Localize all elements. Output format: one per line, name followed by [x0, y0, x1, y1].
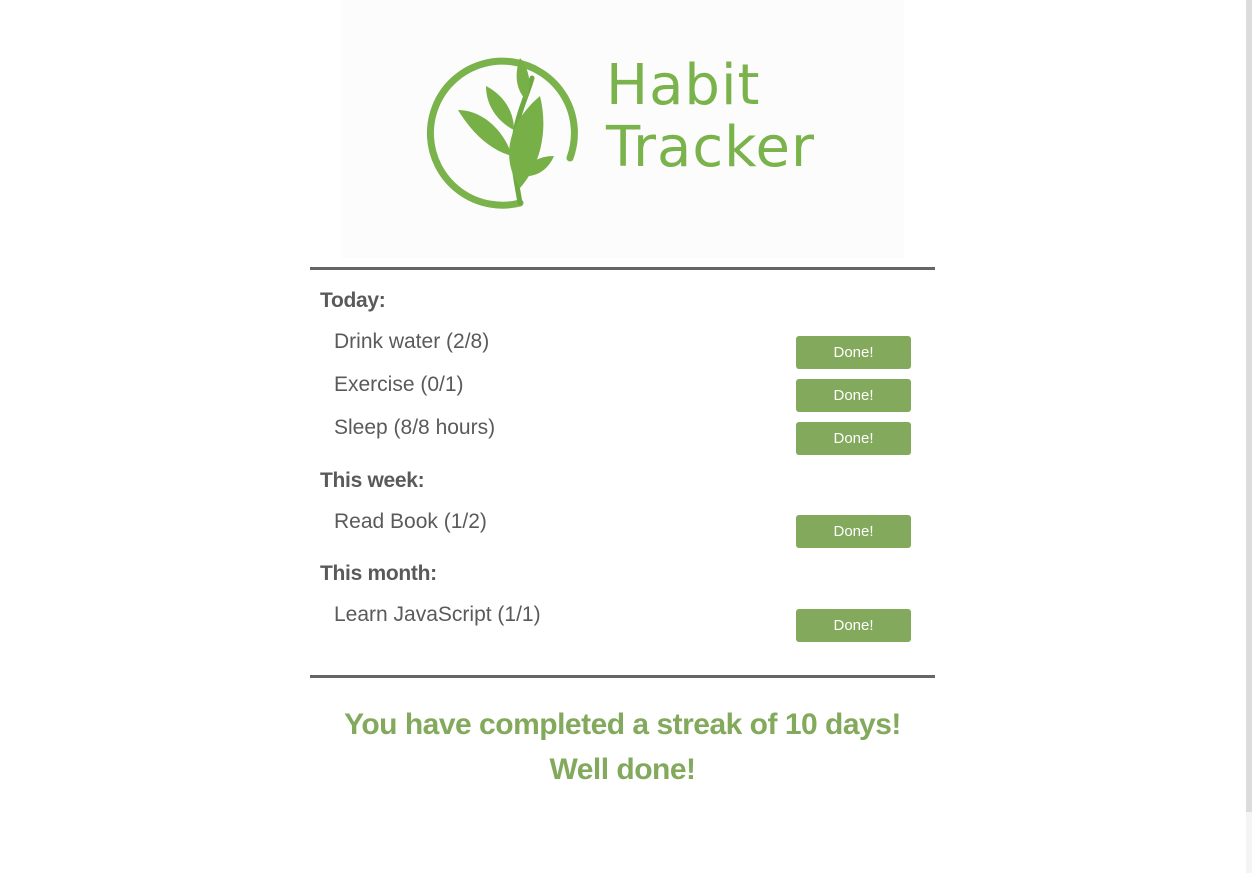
- streak-message: You have completed a streak of 10 days! …: [310, 702, 935, 792]
- done-button-exercise[interactable]: Done!: [796, 379, 911, 412]
- leaf-circle-icon: [426, 57, 578, 209]
- habit-label-drink-water: Drink water (2/8): [334, 330, 490, 353]
- done-button-read-book[interactable]: Done!: [796, 515, 911, 548]
- streak-line: You have completed a streak of 10 days!: [344, 708, 901, 741]
- habit-tracker-page: Habit Tracker Today: Drink water (2/8) D…: [0, 0, 1252, 873]
- habit-label-sleep: Sleep (8/8 hours): [334, 416, 496, 439]
- section-heading-this-month: This month:: [320, 562, 437, 585]
- top-divider: [310, 267, 935, 270]
- scrollbar-thumb[interactable]: [1246, 0, 1252, 812]
- logo-wordmark: Habit Tracker: [606, 55, 815, 179]
- well-done-line: Well done!: [549, 753, 696, 786]
- done-button-learn-javascript[interactable]: Done!: [796, 609, 911, 642]
- logo-line-tracker: Tracker: [606, 115, 816, 180]
- habit-label-exercise: Exercise (0/1): [334, 373, 464, 396]
- habit-label-learn-javascript: Learn JavaScript (1/1): [334, 603, 541, 626]
- done-button-sleep[interactable]: Done!: [796, 422, 911, 455]
- section-heading-today: Today:: [320, 289, 386, 312]
- section-heading-this-week: This week:: [320, 469, 425, 492]
- bottom-divider: [310, 675, 935, 678]
- logo-line-habit: Habit: [606, 53, 761, 118]
- done-button-drink-water[interactable]: Done!: [796, 336, 911, 369]
- habit-label-read-book: Read Book (1/2): [334, 510, 487, 533]
